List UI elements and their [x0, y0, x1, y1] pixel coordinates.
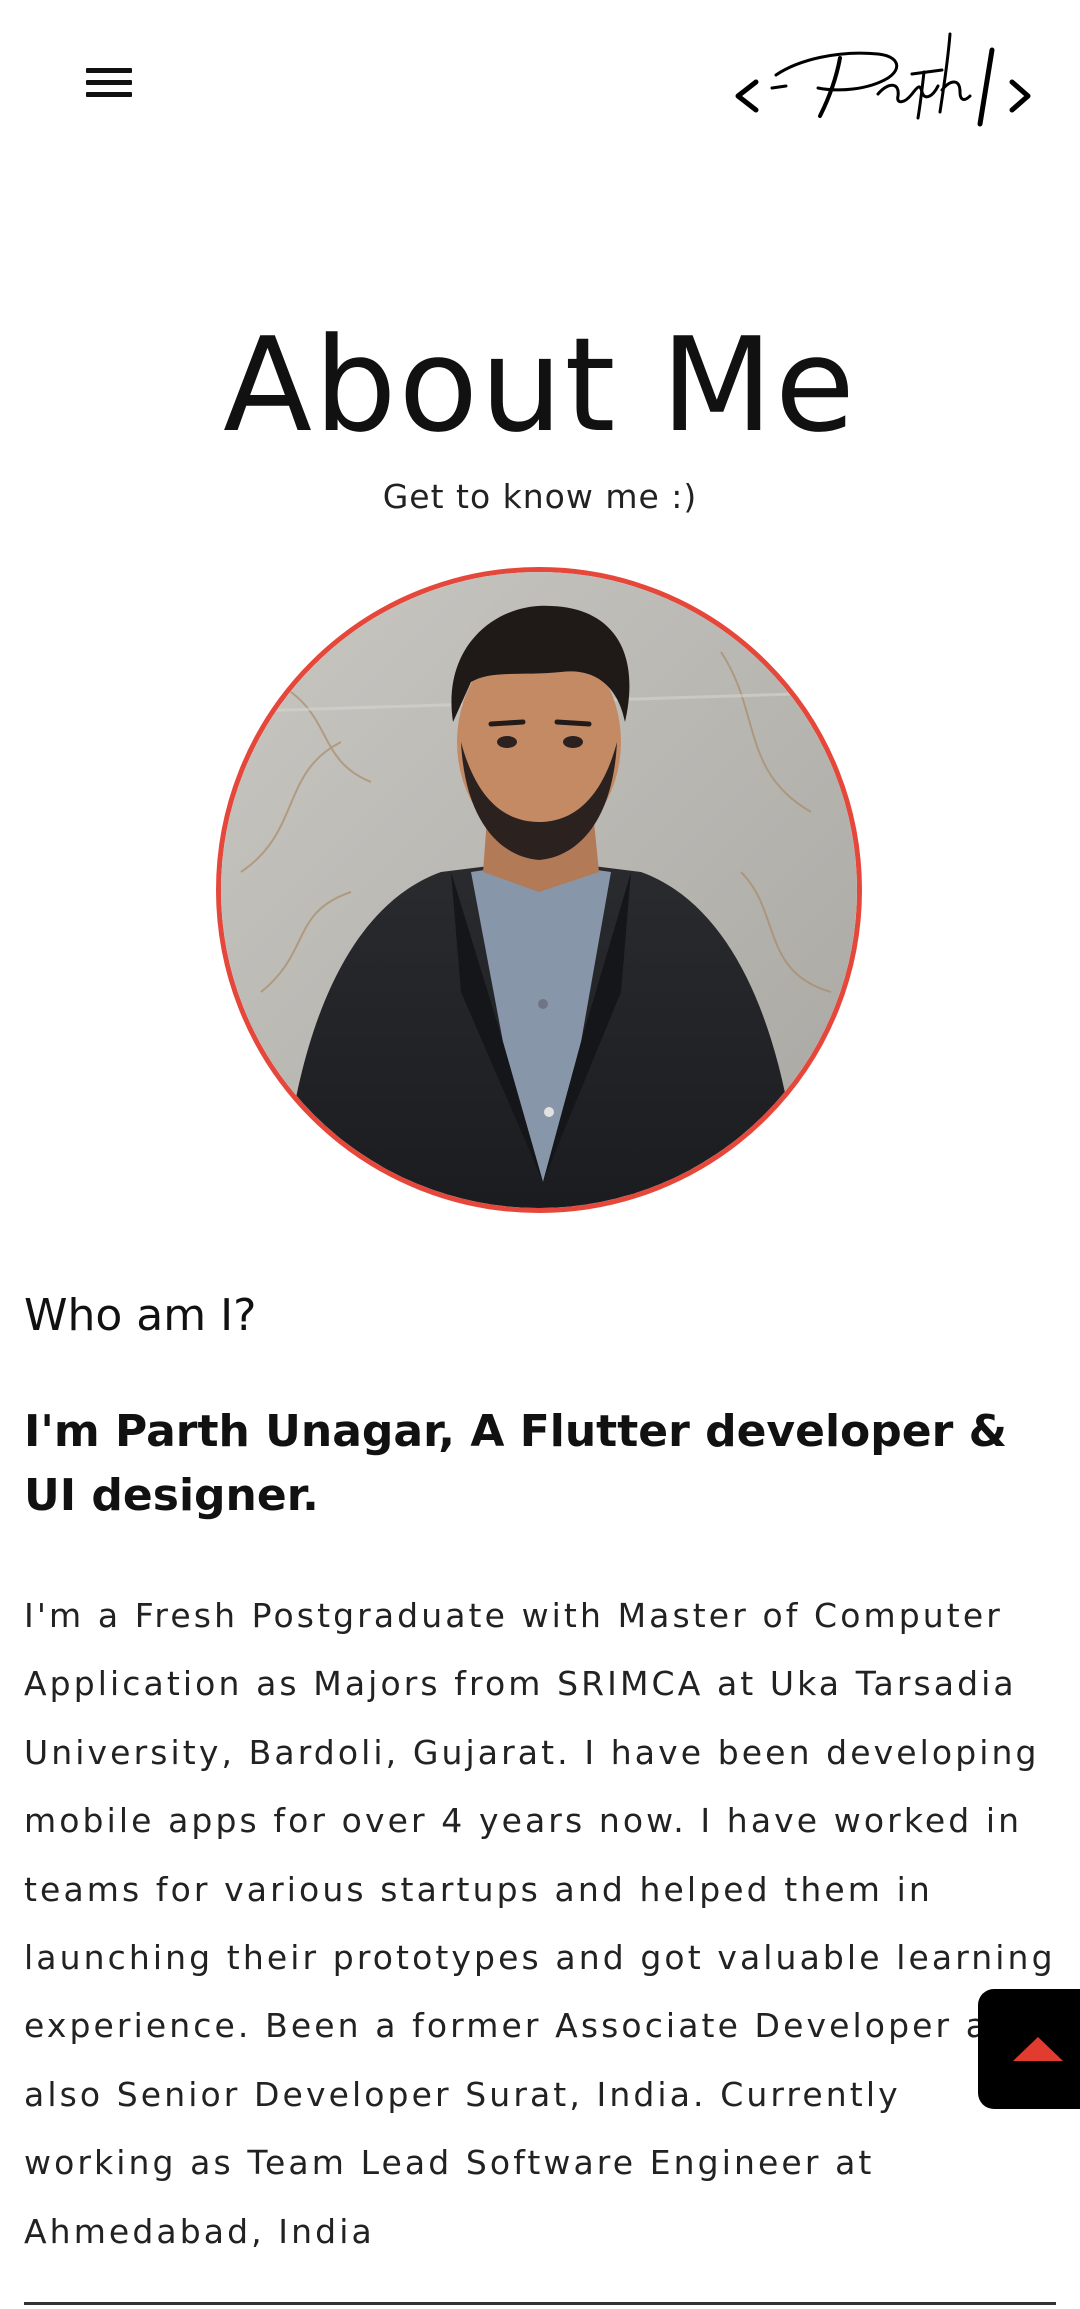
hamburger-menu-icon[interactable] [82, 62, 136, 102]
page-subtitle: Get to know me :) [382, 477, 698, 516]
bio-paragraph: I'm a Fresh Postgraduate with Master of … [24, 1596, 1056, 2251]
intro-heading: I'm Parth Unagar, A Flutter developer & … [24, 1406, 1007, 1521]
profile-photo-illustration [221, 572, 857, 1208]
profile-photo [216, 567, 862, 1213]
section-divider [24, 2302, 1056, 2305]
scroll-to-top-button[interactable] [978, 1989, 1080, 2109]
parth-signature-logo [735, 32, 1031, 127]
header [0, 0, 1080, 170]
who-am-i-heading: Who am I? [24, 1290, 257, 1341]
site-logo[interactable] [728, 20, 1038, 130]
page-title: About Me [223, 309, 857, 461]
arrow-up-icon [1013, 2037, 1063, 2061]
